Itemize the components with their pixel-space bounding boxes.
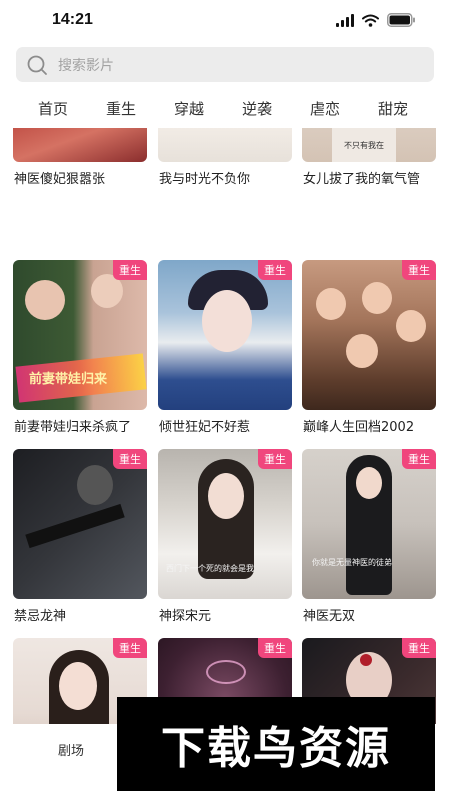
search-bar[interactable]: 搜索影片 — [16, 47, 434, 82]
genre-badge: 重生 — [113, 260, 147, 280]
category-tabs: 首页 重生 穿越 逆袭 虐恋 甜宠 — [0, 94, 450, 124]
genre-badge: 重生 — [113, 449, 147, 469]
genre-badge: 重生 — [402, 638, 436, 658]
drama-title: 我与时光不负你 — [159, 172, 251, 187]
search-placeholder: 搜索影片 — [58, 57, 114, 74]
drama-title: 禁忌龙神 — [14, 609, 67, 624]
wifi-icon — [362, 14, 379, 27]
genre-badge: 重生 — [258, 260, 292, 280]
search-icon — [27, 55, 47, 75]
drama-title: 前妻带娃归来杀疯了 — [14, 420, 132, 435]
drama-title: 神探宋元 — [159, 609, 212, 624]
genre-badge: 重生 — [402, 260, 436, 280]
poster-caption: 前妻带娃归来 — [29, 372, 108, 387]
genre-badge: 重生 — [402, 449, 436, 469]
drama-poster — [158, 128, 292, 162]
watermark-text: 下载鸟资源 — [161, 723, 391, 774]
drama-title: 神医傻妃狠嚣张 — [14, 172, 106, 187]
poster-caption: 不只有我在 — [344, 141, 384, 150]
watermark-overlay: 下载鸟资源 — [117, 697, 435, 791]
drama-poster: 前妻带娃归来 — [13, 260, 147, 410]
poster-caption: 你就是无量神医的徒弟 — [312, 558, 392, 567]
drama-title: 女儿拔了我的氧气管 — [303, 172, 421, 187]
tab-sweet-romance[interactable]: 甜宠 — [378, 98, 408, 119]
drama-grid-viewport: 神医傻妃狠嚣张 我与时光不负你 不只有我在 女儿拔了我的氧气管 前妻带娃归来 重… — [0, 128, 450, 724]
genre-badge: 重生 — [113, 638, 147, 658]
cellular-signal-icon — [336, 13, 354, 27]
drama-poster: 你就是无量神医的徒弟 — [302, 449, 436, 599]
drama-poster — [302, 260, 436, 410]
tab-home[interactable]: 首页 — [38, 98, 68, 119]
tab-comeback[interactable]: 逆袭 — [242, 98, 272, 119]
genre-badge: 重生 — [258, 638, 292, 658]
drama-title: 巅峰人生回档2002 — [303, 420, 415, 435]
tab-rebirth[interactable]: 重生 — [106, 98, 136, 119]
battery-icon — [387, 13, 415, 27]
drama-poster: 不只有我在 — [302, 128, 436, 162]
genre-badge: 重生 — [258, 449, 292, 469]
drama-title: 倾世狂妃不好惹 — [159, 420, 251, 435]
status-time: 14:21 — [52, 11, 93, 28]
tab-time-travel[interactable]: 穿越 — [174, 98, 204, 119]
status-icons — [336, 13, 416, 27]
drama-title: 神医无双 — [303, 609, 356, 624]
drama-poster — [158, 260, 292, 410]
nav-theater[interactable]: 剧场 — [58, 740, 84, 759]
drama-poster — [13, 449, 147, 599]
drama-poster: 西门下一个死的就会是我 — [158, 449, 292, 599]
tab-angst-romance[interactable]: 虐恋 — [310, 98, 340, 119]
poster-caption: 西门下一个死的就会是我 — [166, 564, 254, 573]
drama-poster — [13, 128, 147, 162]
status-bar: 14:21 — [0, 0, 450, 42]
